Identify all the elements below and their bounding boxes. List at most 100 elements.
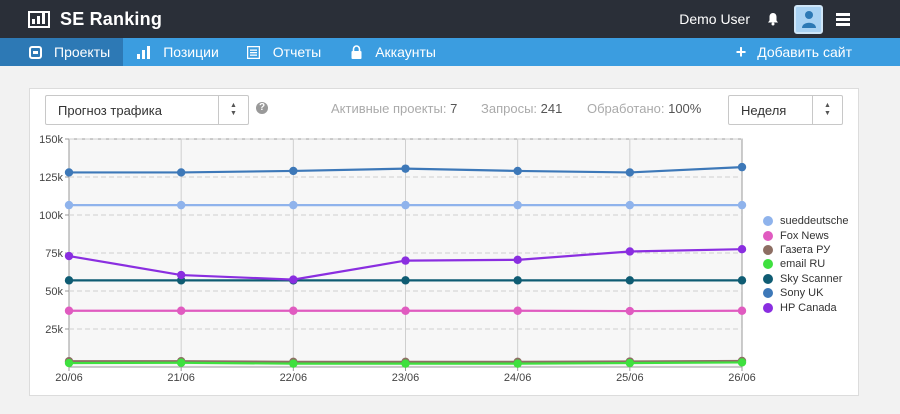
data-point	[513, 276, 522, 285]
data-point	[513, 359, 522, 368]
data-point	[64, 276, 74, 285]
data-point	[513, 166, 522, 176]
traffic-forecast-panel: Прогноз трафика ▲ ▼ ? Активные проекты: 7…	[29, 88, 859, 396]
y-tick-label: 150k	[39, 134, 63, 146]
legend-item[interactable]: HP Canada	[763, 300, 849, 314]
legend-swatch	[763, 244, 773, 255]
nav-item-reports[interactable]: Отчеты	[233, 38, 335, 66]
data-point	[737, 162, 747, 172]
legend-swatch	[763, 273, 773, 284]
x-tick-label: 25/06	[616, 372, 644, 384]
hamburger-menu-icon[interactable]	[836, 11, 850, 28]
data-point	[64, 200, 74, 210]
legend-label: Газета РУ	[780, 243, 831, 256]
bar-chart-logo-icon	[28, 10, 50, 28]
brand-name: SE Ranking	[60, 8, 163, 29]
legend-item[interactable]: sueddeutsche	[763, 214, 849, 228]
data-point	[625, 276, 635, 285]
reports-list-icon	[247, 45, 261, 59]
nav-item-positions[interactable]: Позиции	[123, 38, 233, 66]
legend-label: sueddeutsche	[780, 215, 849, 228]
data-point	[289, 200, 298, 210]
y-tick-label: 25k	[45, 324, 63, 336]
data-point	[289, 306, 298, 315]
data-point	[625, 358, 635, 368]
data-point	[737, 358, 747, 367]
data-point	[737, 276, 747, 285]
legend-item[interactable]: Газета РУ	[763, 243, 849, 257]
data-point	[289, 166, 298, 176]
data-point	[289, 359, 298, 368]
data-point	[289, 275, 298, 284]
data-point	[401, 276, 410, 285]
data-point	[401, 164, 410, 173]
legend-item[interactable]: email RU	[763, 257, 849, 271]
user-avatar-icon[interactable]	[794, 4, 823, 34]
data-point	[176, 168, 186, 177]
legend-swatch	[763, 216, 773, 227]
x-tick-label: 22/06	[280, 372, 308, 384]
nav-item-accounts[interactable]: Аккаунты	[335, 38, 450, 66]
y-tick-label: 50k	[45, 286, 63, 298]
legend-item[interactable]: Sony UK	[763, 286, 849, 300]
data-point	[513, 200, 522, 210]
data-point	[513, 255, 522, 265]
data-point	[737, 200, 747, 210]
nav-label: Отчеты	[272, 44, 322, 60]
data-point	[401, 306, 410, 315]
nav-item-projects[interactable]: Проекты	[0, 38, 124, 66]
nav-label: Аккаунты	[375, 44, 436, 60]
data-point	[625, 168, 635, 177]
legend-label: email RU	[780, 258, 826, 271]
y-tick-label: 125k	[39, 172, 63, 184]
traffic-line-chart: 25k 50k 75k 100k 125k 150k 20/06 21/06 22/06 23/0…	[39, 134, 756, 384]
data-point	[64, 168, 74, 177]
data-point	[64, 251, 74, 261]
legend-label: Fox News	[780, 229, 829, 242]
x-tick-label: 26/06	[728, 372, 756, 384]
data-point	[401, 200, 410, 210]
data-point	[64, 306, 74, 315]
positions-bar-icon	[137, 45, 151, 59]
legend-label: Sky Scanner	[780, 272, 843, 285]
x-tick-label: 23/06	[392, 372, 420, 384]
x-tick-label: 20/06	[55, 372, 83, 384]
plus-icon: +	[735, 42, 747, 62]
data-point	[737, 306, 747, 315]
lock-icon	[349, 45, 363, 59]
data-point	[176, 306, 186, 315]
legend-label: HP Canada	[780, 301, 837, 314]
data-point	[625, 247, 635, 256]
legend-swatch	[763, 230, 773, 241]
legend-item[interactable]: Fox News	[763, 228, 849, 242]
top-bar: SE Ranking Demo User	[0, 0, 900, 38]
x-tick-label: 21/06	[167, 372, 195, 384]
data-point	[625, 306, 635, 316]
nav-label: Позиции	[163, 44, 219, 60]
data-point	[401, 359, 410, 368]
legend-swatch	[763, 302, 773, 313]
data-point	[737, 245, 747, 254]
add-site-label: Добавить сайт	[757, 44, 852, 60]
legend-label: Sony UK	[780, 287, 824, 300]
data-point	[64, 358, 74, 368]
data-point	[513, 306, 522, 315]
data-point	[176, 270, 186, 280]
bell-icon[interactable]	[766, 12, 780, 26]
main-nav: Проекты Позиции Отчеты Аккаунты + Добави…	[0, 38, 900, 66]
data-point	[625, 200, 635, 210]
data-point	[401, 256, 410, 265]
logo[interactable]: SE Ranking	[28, 9, 162, 30]
x-tick-label: 24/06	[504, 372, 532, 384]
data-point	[176, 358, 186, 367]
projects-icon	[28, 45, 42, 59]
legend-swatch	[763, 259, 773, 270]
legend-item[interactable]: Sky Scanner	[763, 272, 849, 286]
legend-swatch	[763, 288, 773, 299]
y-tick-label: 100k	[39, 210, 63, 222]
chart-legend: sueddeutsche Fox News Газета РУ email RU Sky…	[763, 214, 849, 315]
add-site-button[interactable]: + Добавить сайт	[736, 38, 852, 66]
nav-label: Проекты	[54, 44, 111, 60]
y-tick-label: 75k	[45, 248, 63, 260]
user-name[interactable]: Demo User	[679, 11, 750, 27]
